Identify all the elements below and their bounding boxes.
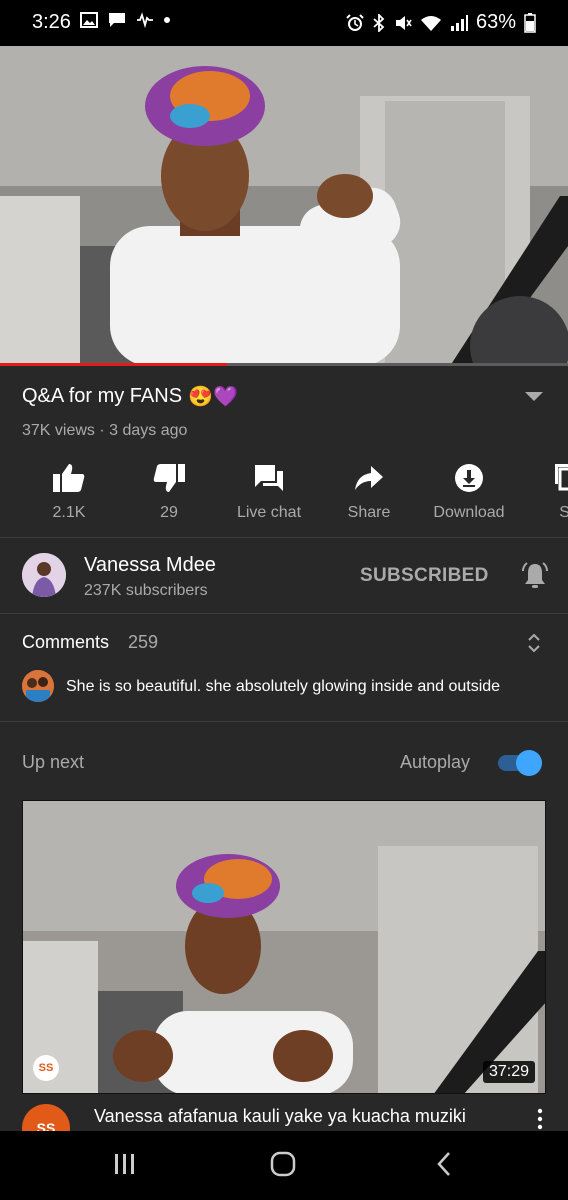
video-frame	[0, 46, 568, 366]
video-title: Q&A for my FANS 😍💜	[22, 384, 238, 409]
action-row: 2.1K 29 Live chat Share Download Sa	[0, 455, 568, 525]
save-label: Sa	[559, 504, 568, 521]
expand-comments-icon[interactable]	[526, 632, 542, 654]
audio-icon	[137, 12, 153, 28]
wifi-icon	[420, 15, 441, 31]
live-chat-label: Live chat	[236, 504, 302, 521]
download-button[interactable]: Download	[419, 455, 519, 522]
autoplay-toggle[interactable]	[498, 750, 542, 776]
comments-count: 259	[128, 632, 159, 652]
live-chat-button[interactable]: Live chat	[219, 455, 319, 522]
alarm-icon	[346, 13, 364, 31]
autoplay-label: Autoplay	[400, 752, 471, 772]
video-title-emoji: 😍💜	[188, 386, 238, 408]
upload-age: 3 days ago	[109, 422, 188, 439]
gallery-icon	[80, 12, 98, 28]
next-video-thumbnail[interactable]: SS 37:29	[22, 800, 546, 1094]
recent-apps-icon[interactable]	[112, 1151, 138, 1177]
thumbs-up-icon	[53, 464, 85, 492]
battery-percent: 63%	[475, 11, 516, 33]
share-icon	[355, 466, 383, 490]
mute-icon	[395, 15, 412, 30]
message-icon	[109, 13, 125, 27]
meta-separator: ·	[94, 422, 110, 439]
next-video-frame	[23, 801, 545, 1093]
thumbs-down-icon	[153, 464, 185, 492]
subscribed-button[interactable]: SUBSCRIBED	[360, 565, 489, 587]
video-player[interactable]	[0, 46, 568, 366]
comments-heading[interactable]: Comments	[22, 632, 109, 653]
channel-avatar[interactable]	[22, 553, 66, 597]
system-nav-bar	[0, 1131, 568, 1200]
video-progress-bar[interactable]	[0, 363, 568, 366]
status-time: 3:26	[32, 11, 71, 33]
divider	[0, 613, 568, 614]
view-count: 37K views	[22, 422, 95, 439]
notification-bell-icon[interactable]	[520, 561, 550, 591]
commenter-avatar[interactable]	[22, 670, 54, 702]
video-title-text: Q&A for my FANS	[22, 385, 183, 407]
like-button[interactable]: 2.1K	[19, 455, 119, 522]
dislike-count: 29	[160, 504, 178, 521]
live-chat-icon	[255, 465, 283, 491]
thumbnail-channel-logo: SS	[33, 1055, 59, 1081]
bluetooth-icon	[373, 13, 385, 32]
dislike-button[interactable]: 29	[119, 455, 219, 522]
share-label: Share	[347, 504, 391, 521]
save-button[interactable]: Sa	[519, 455, 568, 522]
status-bar: 3:26 63%	[0, 0, 568, 46]
video-progress-fill	[0, 363, 228, 366]
next-video-title[interactable]: Vanessa afafanua kauli yake ya kuacha mu…	[94, 1106, 514, 1127]
home-icon[interactable]	[270, 1151, 296, 1177]
like-count: 2.1K	[52, 504, 86, 521]
autoplay-toggle-knob	[516, 750, 542, 776]
divider	[0, 537, 568, 538]
signal-icon	[450, 14, 468, 31]
video-duration: 37:29	[482, 1061, 535, 1083]
status-notification-icons	[80, 12, 170, 28]
more-options-icon[interactable]	[536, 1108, 544, 1130]
channel-name[interactable]: Vanessa Mdee	[84, 554, 216, 577]
dot-icon	[164, 17, 170, 23]
status-system-icons: 63%	[346, 11, 536, 34]
share-button[interactable]: Share	[319, 455, 419, 522]
top-comment-text: She is so beautiful. she absolutely glow…	[66, 678, 501, 695]
expand-description-icon[interactable]	[522, 388, 546, 404]
subscriber-count: 237K subscribers	[84, 582, 208, 599]
save-icon	[555, 464, 568, 491]
divider	[0, 721, 568, 722]
video-meta: 37K views · 3 days ago	[22, 422, 187, 440]
download-icon	[455, 464, 483, 492]
up-next-label: Up next	[22, 752, 85, 772]
download-label: Download	[433, 504, 505, 521]
battery-icon	[524, 12, 536, 33]
commenter-avatar-image	[22, 670, 54, 702]
back-icon[interactable]	[432, 1151, 458, 1177]
channel-avatar-image	[22, 553, 66, 597]
